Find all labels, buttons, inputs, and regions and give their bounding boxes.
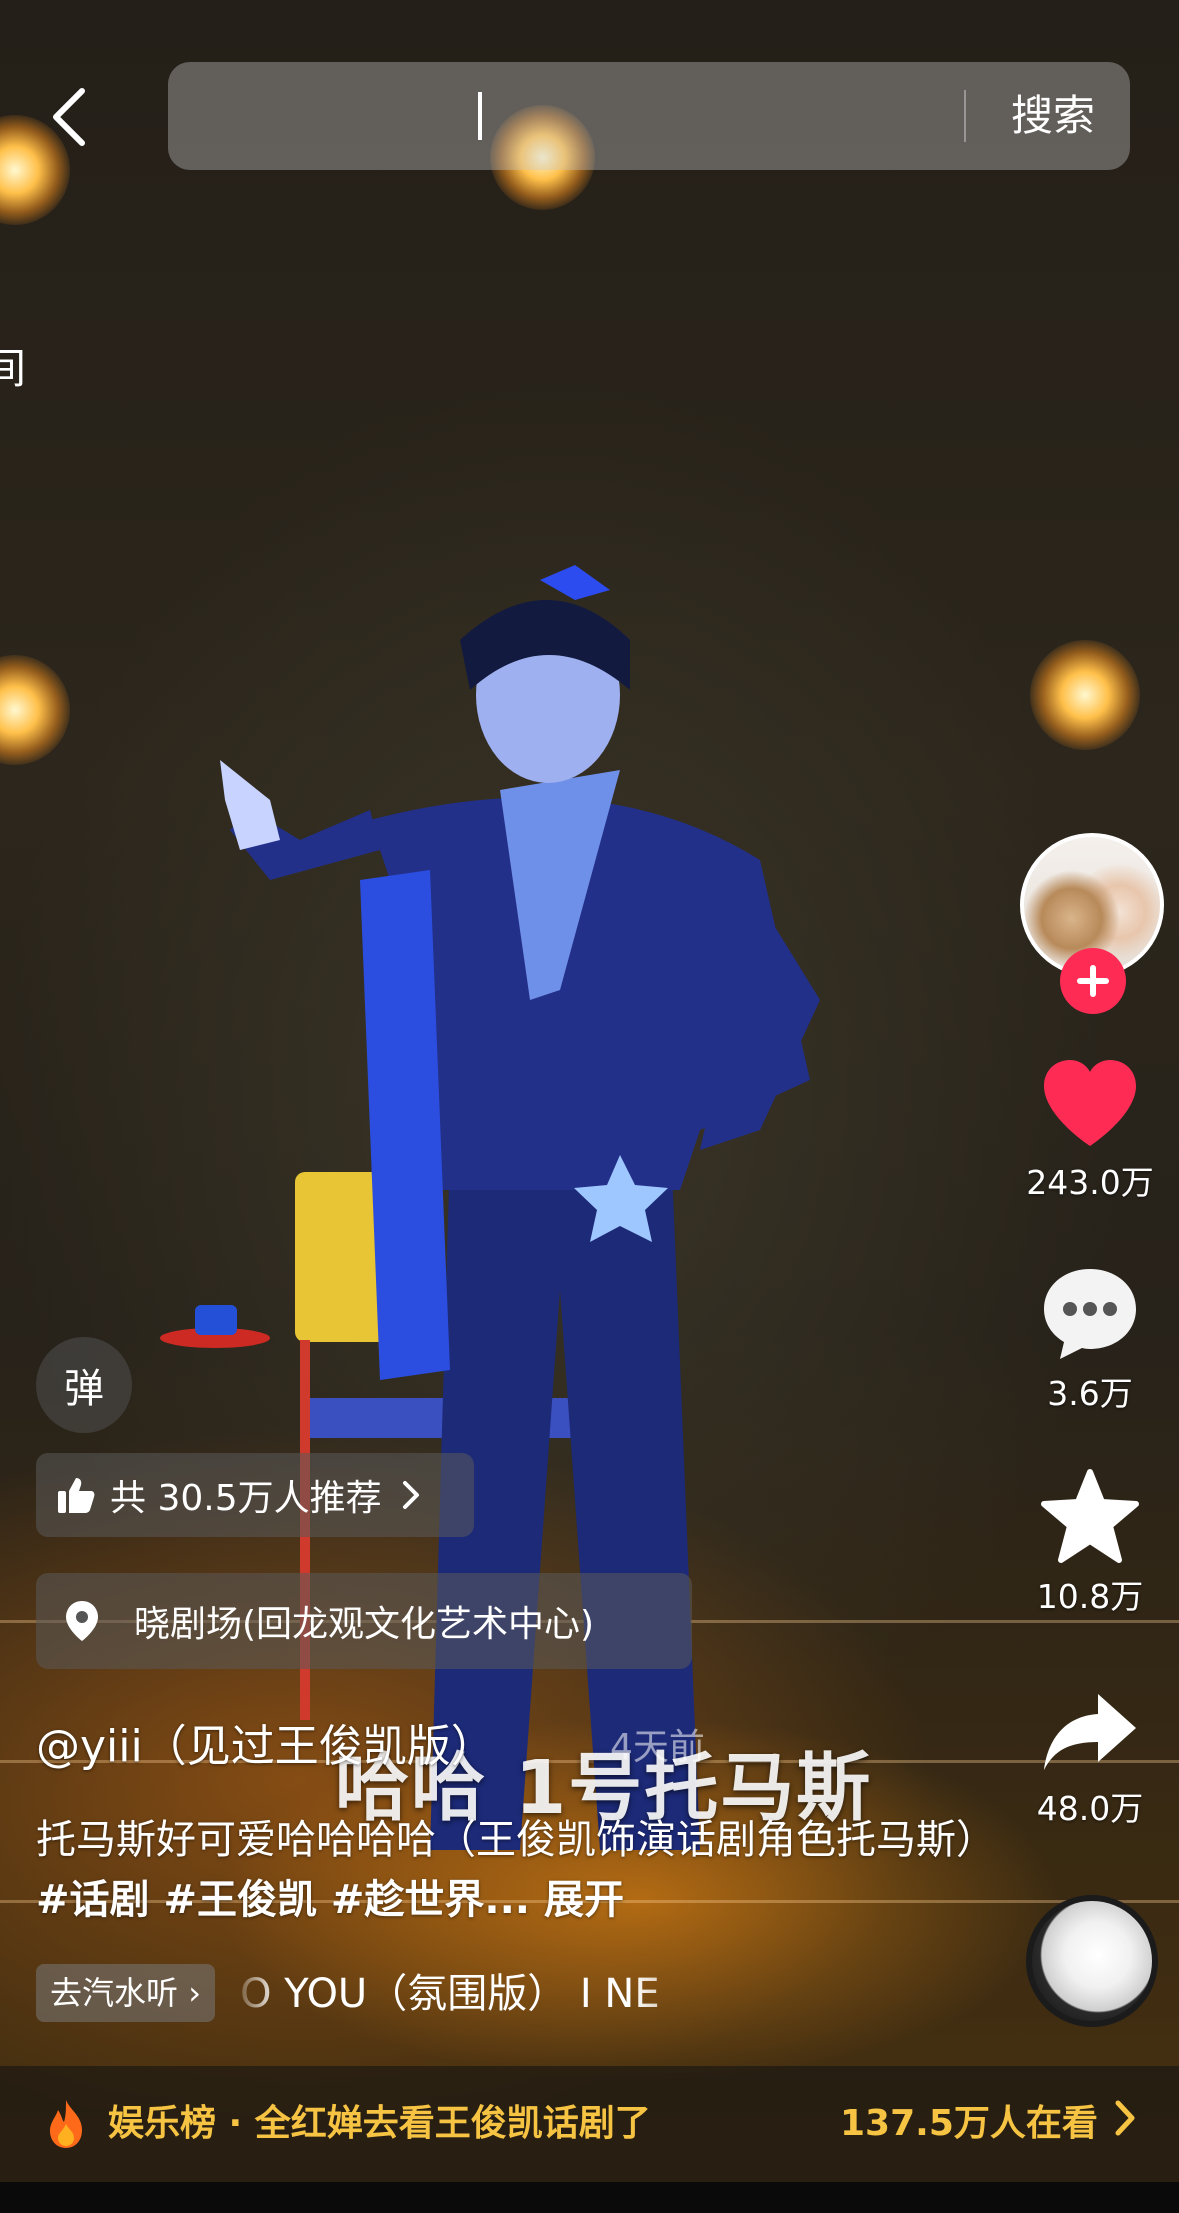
like-count: 243.0万 [1026,1163,1154,1202]
follow-button[interactable] [1060,948,1126,1014]
recommend-text: 共 30.5万人推荐 [110,1478,382,1519]
edge-text: 间 [0,344,27,393]
fire-icon [50,2100,82,2148]
comment-icon [1044,1269,1136,1359]
comment-count: 3.6万 [1047,1374,1133,1413]
recommend-pill[interactable]: 共 30.5万人推荐 [36,1453,474,1537]
video-description: 托马斯好可爱哈哈哈哈（王俊凯饰演话剧角色托马斯） #话剧 #王俊凯 #趁世界...… [36,1810,996,1930]
plus-icon [1077,965,1109,997]
search-input[interactable] [198,84,958,148]
music-tag-label: 去汽水听 [50,1974,179,2012]
location-pill[interactable]: 晓剧场(回龙观文化艺术中心) [36,1573,692,1669]
search-divider [964,90,966,142]
stage-light [1030,640,1140,750]
chevron-right-icon [402,1481,419,1509]
post-time: 4天前 [610,1727,705,1768]
heart-icon [1044,1060,1136,1146]
like-button[interactable]: 243.0万 [1010,1058,1170,1204]
search-button[interactable]: 搜索 [988,84,1118,148]
trending-bar[interactable]: 娱乐榜 · 全红婵去看王俊凯话剧了 137.5万人在看 [0,2066,1179,2182]
back-button[interactable] [40,82,100,152]
location-pin-icon [66,1601,98,1641]
favorite-count: 10.8万 [1036,1577,1144,1616]
location-text: 晓剧场(回龙观文化艺术中心) [134,1604,595,1645]
expand-link[interactable]: 展开 [544,1877,624,1923]
music-title[interactable]: O YOU（氛围版） I NE [240,1966,730,2022]
chevron-right-icon [1115,2100,1135,2136]
favorite-button[interactable]: 10.8万 [1010,1468,1170,1618]
trending-viewers: 137.5万人在看 [840,2103,1098,2144]
share-button[interactable]: 48.0万 [1010,1690,1170,1830]
share-count: 48.0万 [1036,1789,1144,1828]
author-handle[interactable]: @yiii（见过王俊凯版） [36,1710,495,1774]
description-hashtags[interactable]: #话剧 #王俊凯 #趁世界... [36,1877,530,1923]
music-disc[interactable] [1026,1895,1158,2027]
star-icon [1041,1469,1139,1563]
trending-text: 娱乐榜 · 全红婵去看王俊凯话剧了 [108,2103,651,2144]
text-caret [478,92,482,140]
music-app-tag[interactable]: 去汽水听 › [36,1964,215,2022]
thumbs-up-icon [58,1478,95,1513]
search-bar[interactable]: 搜索 [168,62,1130,170]
back-arrow-icon [53,88,85,146]
share-icon [1044,1694,1136,1770]
description-text: 托马斯好可爱哈哈哈哈（王俊凯饰演话剧角色托马斯） [36,1817,996,1863]
bottom-strip [0,2182,1179,2213]
danmaku-toggle-button[interactable]: 弹 [36,1337,132,1433]
comment-button[interactable]: 3.6万 [1010,1265,1170,1415]
